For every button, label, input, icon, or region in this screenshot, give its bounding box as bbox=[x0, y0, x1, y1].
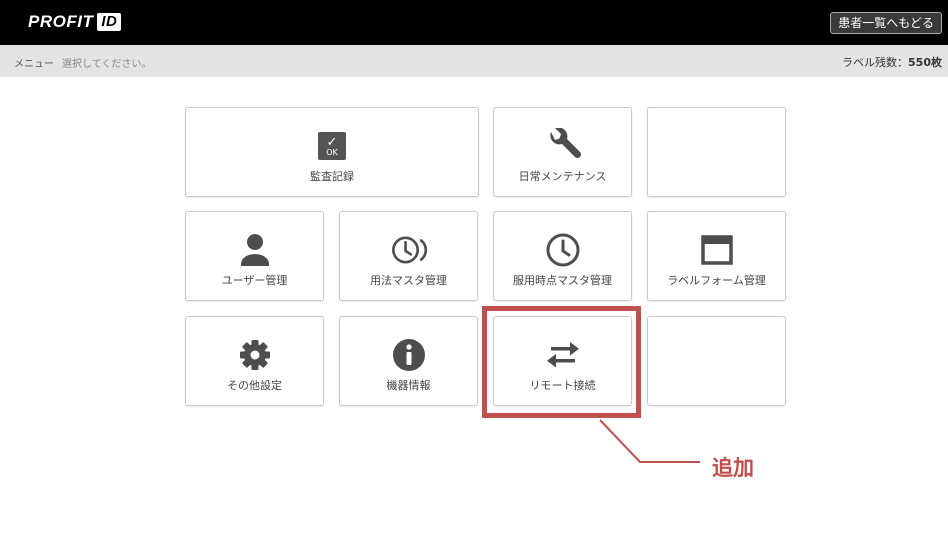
annotation-label: 追加 bbox=[712, 456, 754, 480]
annotation-line bbox=[599, 419, 700, 463]
